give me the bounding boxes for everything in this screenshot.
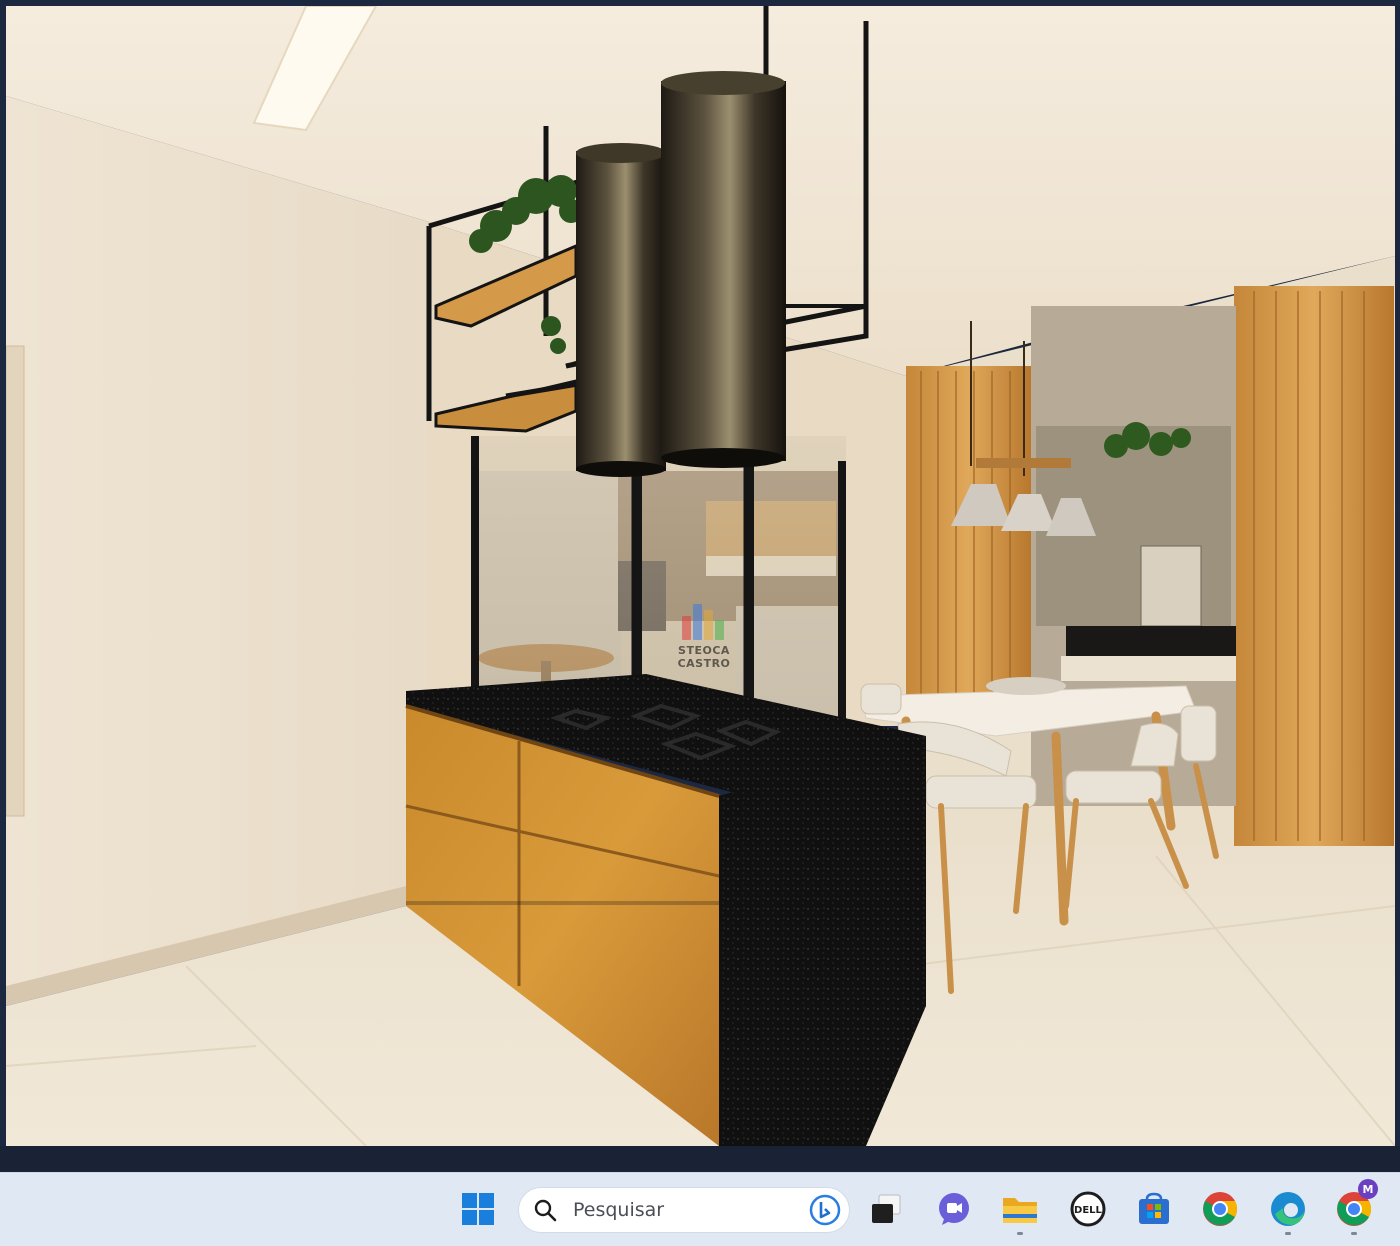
dell-icon: DELL: [1070, 1191, 1106, 1227]
running-indicator: [1351, 1232, 1357, 1235]
task-view-icon: [872, 1194, 901, 1223]
profile-badge-letter: M: [1362, 1182, 1374, 1196]
search-icon: [534, 1199, 557, 1222]
search-box[interactable]: Pesquisar: [519, 1188, 849, 1232]
bing-icon[interactable]: [809, 1194, 841, 1226]
profile-badge: M: [1358, 1179, 1378, 1199]
watermark-logo: STEOCA CASTRO: [654, 600, 754, 670]
kitchen-scene: [6, 6, 1395, 1146]
folder-icon: [1003, 1198, 1037, 1223]
svg-text:DELL: DELL: [1074, 1205, 1103, 1216]
interior-render-image: STEOCA CASTRO: [6, 6, 1395, 1146]
store-icon: [1139, 1192, 1169, 1224]
edge-button[interactable]: [1266, 1187, 1310, 1235]
chrome-profile-button[interactable]: M: [1332, 1179, 1378, 1235]
start-button[interactable]: [456, 1187, 500, 1231]
chat-icon: [939, 1193, 969, 1225]
watermark-bars-icon: [682, 600, 726, 640]
chrome-icon: [1203, 1192, 1237, 1226]
chrome-button[interactable]: [1198, 1187, 1242, 1231]
search-placeholder: Pesquisar: [573, 1199, 665, 1221]
running-indicator: [1017, 1232, 1023, 1235]
microsoft-store-button[interactable]: [1132, 1187, 1176, 1231]
task-view-button[interactable]: [864, 1187, 908, 1231]
edge-icon: [1271, 1192, 1305, 1226]
running-indicator: [1285, 1232, 1291, 1235]
image-viewer: STEOCA CASTRO: [0, 0, 1400, 1172]
windows-taskbar: Pesquisar DELL M: [0, 1172, 1400, 1246]
file-explorer-button[interactable]: [998, 1187, 1042, 1235]
watermark-text: STEOCA CASTRO: [677, 644, 731, 670]
viewer-bottom-bar: [0, 1146, 1400, 1172]
teams-chat-button[interactable]: [932, 1187, 976, 1231]
dell-button[interactable]: DELL: [1066, 1187, 1110, 1231]
windows-logo-icon: [462, 1193, 494, 1225]
